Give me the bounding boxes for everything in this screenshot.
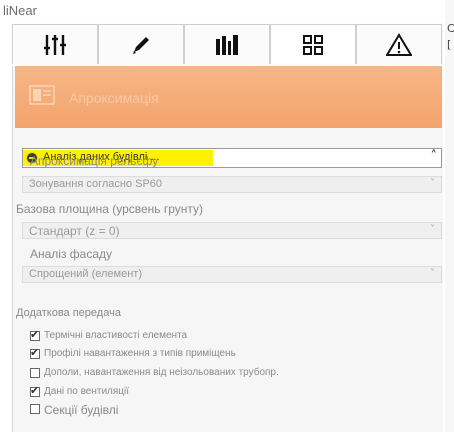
approximation-icon — [29, 85, 55, 105]
app-window: liNear C [Апроксимація Аналіз даних буд… — [0, 0, 454, 432]
facade-select[interactable]: Спрощений (елемент) ˅ — [22, 266, 442, 283]
field-label-base-plane: Базова площина (урсвень грунту) — [16, 202, 204, 216]
checkbox-label: Термічні властивості елемента — [44, 330, 188, 341]
terrain-select[interactable]: Зонування согласно SP60 ˅ — [22, 176, 442, 193]
checkbox-label: Профілі навантаження з типів приміщень — [44, 348, 236, 359]
checkbox-label: Дані по вентиляції — [44, 386, 130, 397]
warning-icon — [386, 32, 412, 56]
checkbox-box[interactable] — [30, 328, 40, 341]
tab-sliders[interactable] — [12, 24, 98, 64]
app-title: liNear — [3, 3, 37, 18]
library-icon — [216, 34, 238, 55]
checkbox-box[interactable] — [30, 368, 40, 378]
window-edge — [445, 0, 454, 432]
chevron-up-icon[interactable]: ˄ — [431, 149, 438, 164]
pencil-icon — [133, 36, 149, 54]
field-label-facade: Аналіз фасаду — [30, 247, 113, 261]
grid-icon — [303, 34, 323, 55]
tab-library[interactable] — [184, 24, 270, 64]
section-header: Апроксимація — [15, 66, 442, 128]
chevron-down-icon: ˅ — [430, 268, 435, 279]
facade-value: Спрощений (елемент) — [29, 268, 143, 280]
tab-warnings[interactable] — [356, 24, 442, 64]
transfer-title: Додаткова передача — [16, 307, 121, 319]
checkbox-box[interactable] — [30, 384, 40, 397]
base-plane-value: Стандарт (z = 0) — [29, 224, 120, 238]
tab-edit[interactable] — [98, 24, 184, 64]
terrain-value: Зонування согласно SP60 — [29, 178, 163, 190]
checkbox-label: Секції будівлі — [44, 403, 119, 417]
chevron-down-icon: ˅ — [430, 178, 435, 189]
section-title: Апроксимація — [69, 90, 159, 106]
base-plane-select[interactable]: Стандарт (z = 0) ˅ — [22, 222, 442, 239]
edge-glyph-bracket: [ — [447, 38, 452, 51]
checkbox-label: Дополи, навантаження від неізольованих т… — [44, 367, 279, 378]
checkbox-box[interactable] — [30, 346, 40, 359]
toolbar — [12, 22, 442, 66]
sliders-icon — [44, 34, 66, 55]
field-label-terrain: Апроксимація рельєфу — [30, 154, 159, 168]
tab-grid[interactable] — [270, 24, 356, 64]
chevron-down-icon: ˅ — [430, 224, 435, 235]
checkbox-box[interactable] — [30, 404, 40, 414]
edge-glyph-c: C — [447, 22, 454, 35]
